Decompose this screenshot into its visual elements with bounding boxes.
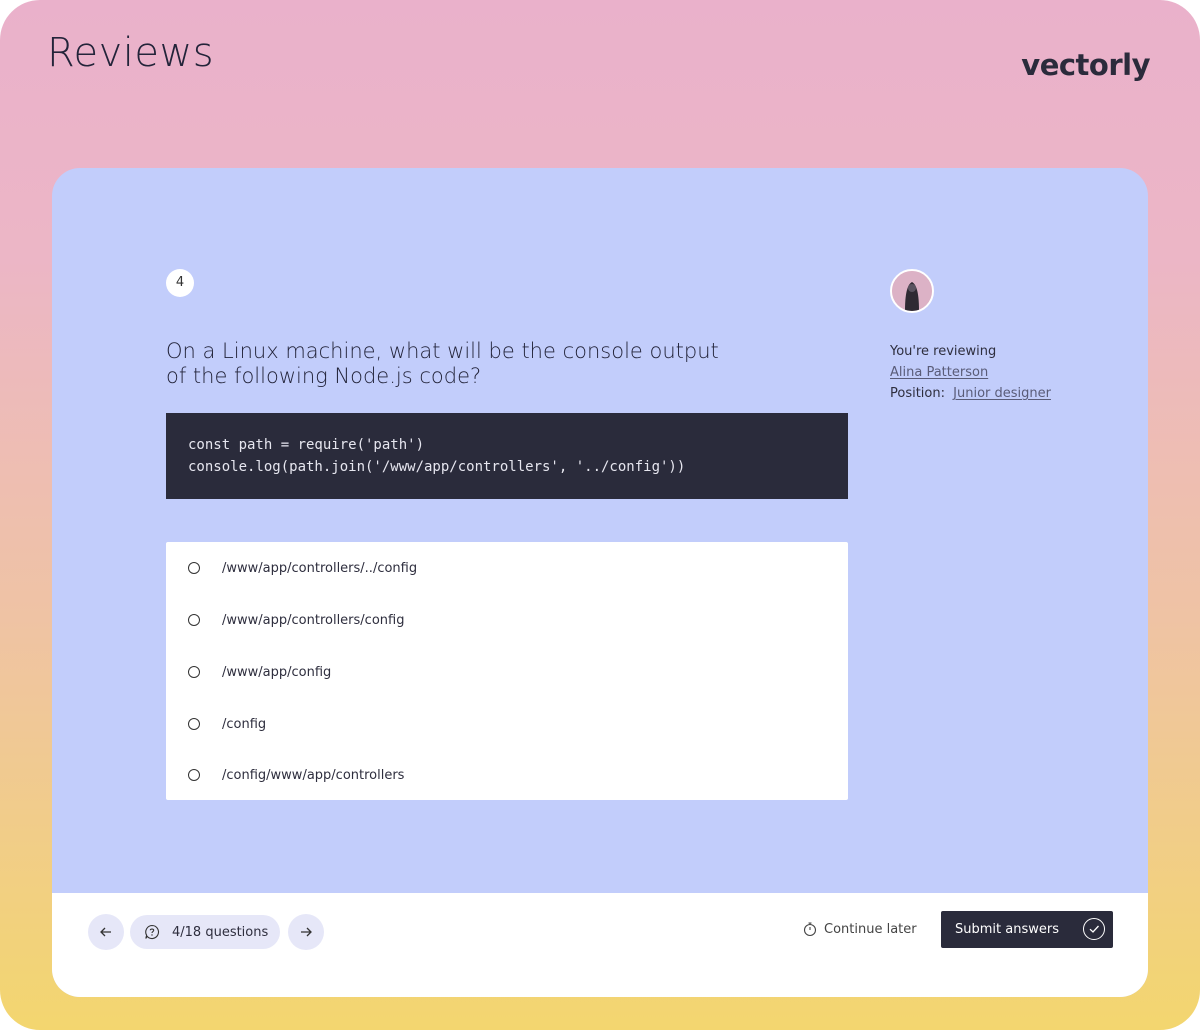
avatar (890, 269, 934, 313)
answer-option[interactable]: /config (166, 698, 848, 750)
brand-logo: vectorly (1021, 48, 1150, 82)
answer-option[interactable]: /www/app/controllers/../config (166, 542, 848, 594)
answer-option-label: /www/app/config (222, 664, 332, 680)
previous-question-button[interactable] (88, 914, 124, 950)
answer-option-label: /config/www/app/controllers (222, 767, 405, 783)
progress-label: 4/18 questions (172, 924, 269, 940)
submit-answers-label: Submit answers (955, 922, 1059, 937)
arrow-left-icon (100, 927, 111, 937)
timer-icon (803, 922, 817, 937)
next-question-button[interactable] (288, 914, 324, 950)
answer-option-label: /www/app/controllers/../config (222, 560, 418, 576)
position-label: Position: (890, 386, 945, 401)
answer-options: /www/app/controllers/../config /www/app/… (166, 542, 848, 800)
reviewer-panel: You're reviewing Alina Patterson Positio… (890, 269, 1110, 404)
radio-button[interactable] (188, 666, 200, 678)
footer-bar: 4/18 questions Continue later Submit ans… (52, 893, 1148, 997)
check-icon (1083, 918, 1105, 940)
question-text: On a Linux machine, what will be the con… (166, 339, 786, 389)
submit-answers-button[interactable]: Submit answers (941, 911, 1113, 948)
question-card: 4 On a Linux machine, what will be the c… (52, 168, 1148, 997)
continue-later-button[interactable]: Continue later (802, 921, 917, 937)
answer-option-label: /www/app/controllers/config (222, 612, 405, 628)
question-bubble-icon (145, 924, 160, 940)
continue-later-label: Continue later (824, 921, 917, 937)
answer-option[interactable]: /config/www/app/controllers (166, 749, 848, 801)
reviewee-name-link[interactable]: Alina Patterson (890, 365, 988, 380)
arrow-right-icon (301, 927, 312, 937)
radio-button[interactable] (188, 718, 200, 730)
question-progress: 4/18 questions (130, 915, 280, 949)
radio-button[interactable] (188, 769, 200, 781)
answer-option-label: /config (222, 716, 267, 732)
code-block: const path = require('path') console.log… (166, 413, 848, 499)
question-text-line: of the following Node.js code? (166, 364, 482, 388)
answer-option[interactable]: /www/app/controllers/config (166, 594, 848, 646)
person-silhouette-icon (892, 271, 932, 311)
position-link[interactable]: Junior designer (953, 386, 1051, 401)
question-number-badge: 4 (166, 269, 194, 297)
reviewing-label: You're reviewing (890, 344, 997, 359)
question-text-line: On a Linux machine, what will be the con… (166, 339, 719, 363)
answer-option[interactable]: /www/app/config (166, 646, 848, 698)
code-line: const path = require('path') (188, 437, 425, 453)
code-line: console.log(path.join('/www/app/controll… (188, 459, 686, 475)
radio-button[interactable] (188, 562, 200, 574)
page-title: Reviews (47, 30, 215, 76)
app-frame: Reviews vectorly 4 On a Linux machine, w… (0, 0, 1200, 1030)
radio-button[interactable] (188, 614, 200, 626)
